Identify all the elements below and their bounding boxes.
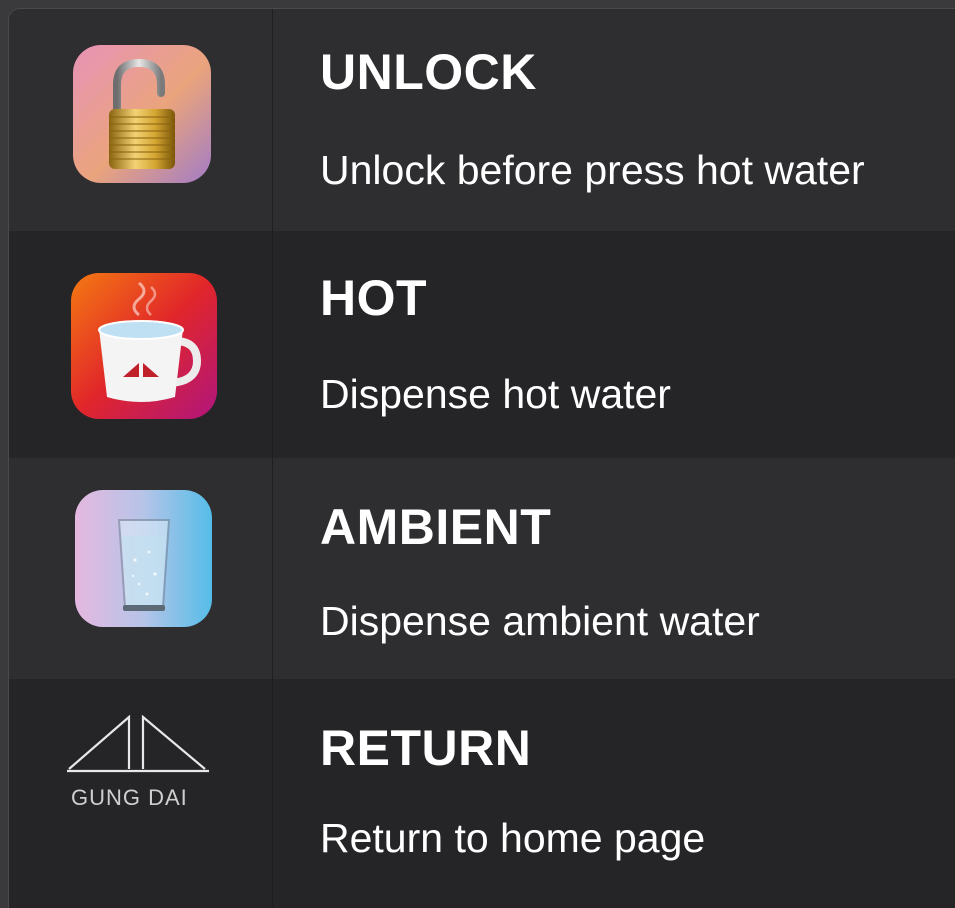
menu-item-return[interactable]: GUNG DAI RETURN Return to home page <box>9 679 955 908</box>
menu-item-description: Dispense hot water <box>320 371 671 417</box>
menu-item-title: RETURN <box>320 720 532 776</box>
menu-item-description: Unlock before press hot water <box>320 147 865 193</box>
menu-item-title: HOT <box>320 270 428 326</box>
gung-dai-logo: GUNG DAI <box>67 714 209 815</box>
menu-item-title: AMBIENT <box>320 499 552 555</box>
logo-text: GUNG DAI <box>71 785 188 810</box>
unlock-padlock-icon <box>73 45 211 183</box>
icon-cell <box>9 458 273 679</box>
menu-item-description: Return to home page <box>320 815 706 861</box>
icon-cell <box>9 9 273 231</box>
water-glass-icon <box>75 490 212 627</box>
icon-cell: GUNG DAI <box>9 679 273 908</box>
hot-cup-icon <box>71 273 217 419</box>
menu-panel: UNLOCK Unlock before press hot water HOT… <box>8 8 955 908</box>
menu-item-hot[interactable]: HOT Dispense hot water <box>9 231 955 458</box>
menu-item-ambient[interactable]: AMBIENT Dispense ambient water <box>9 458 955 679</box>
icon-cell <box>9 231 273 458</box>
menu-item-unlock[interactable]: UNLOCK Unlock before press hot water <box>9 9 955 231</box>
menu-item-description: Dispense ambient water <box>320 598 760 644</box>
menu-item-title: UNLOCK <box>320 44 537 100</box>
